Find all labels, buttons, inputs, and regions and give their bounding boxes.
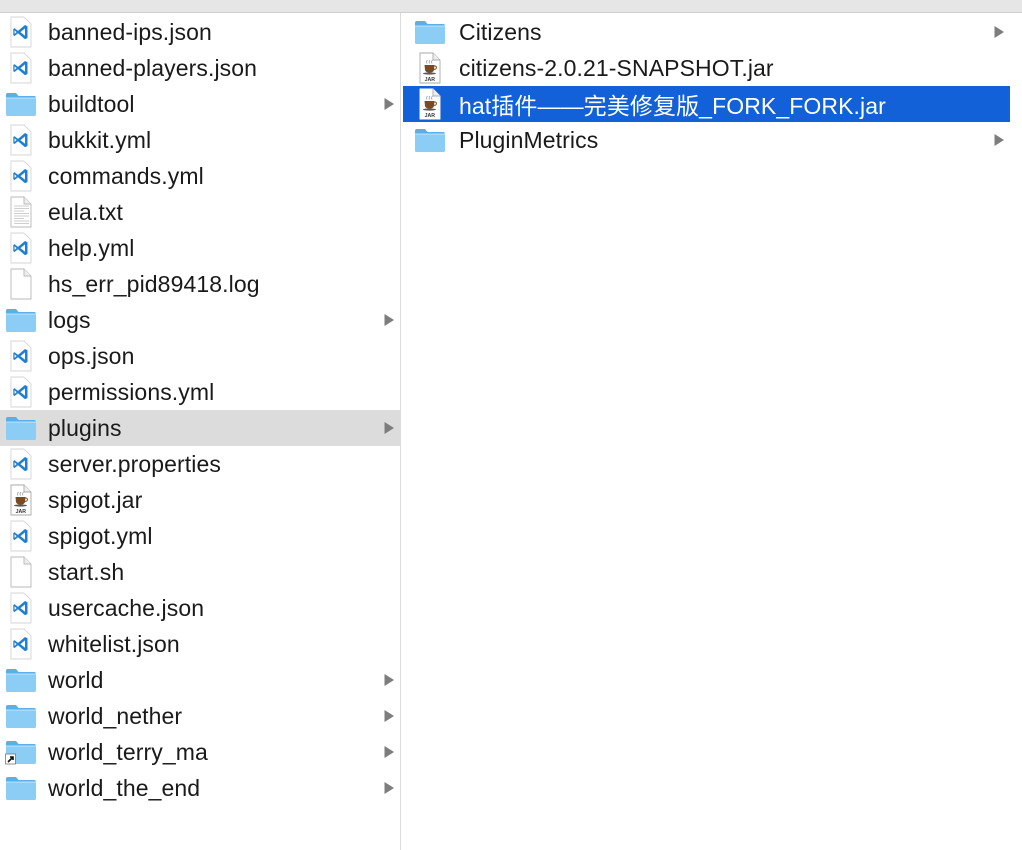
file-row-usercache-json[interactable]: usercache.json	[0, 590, 400, 626]
svg-text:JAR: JAR	[425, 77, 436, 83]
item-label: world_the_end	[48, 774, 201, 801]
folder-row-citizens[interactable]: Citizens	[403, 14, 1010, 50]
disclosure-arrow-icon	[992, 132, 1006, 148]
file-list: banned-ips.json banned-players.json buildt…	[0, 14, 400, 806]
disclosure-arrow-icon	[382, 780, 396, 796]
folder-icon	[4, 772, 38, 804]
file-row-bukkit-yml[interactable]: bukkit.yml	[0, 122, 400, 158]
item-label: citizens-2.0.21-SNAPSHOT.jar	[459, 54, 774, 81]
finder-window: banned-ips.json banned-players.json buildt…	[0, 0, 1022, 850]
disclosure-arrow-icon	[382, 708, 396, 724]
disclosure-arrow-icon	[382, 672, 396, 688]
file-row-citizens-2-0-21-snapshot-jar[interactable]: JAR citizens-2.0.21-SNAPSHOT.jar	[403, 50, 1010, 86]
file-list: Citizens JAR citizens-2.0.21-SNAPSHOT.jar J…	[401, 14, 1022, 158]
folder-row-plugins[interactable]: plugins	[0, 410, 400, 446]
folder-icon	[4, 304, 38, 336]
item-label: world	[48, 666, 104, 693]
svg-text:JAR: JAR	[16, 509, 27, 515]
folder-row-buildtool[interactable]: buildtool	[0, 86, 400, 122]
disclosure-arrow-icon	[382, 744, 396, 760]
vscode-file-icon	[4, 448, 38, 480]
file-row-permissions-yml[interactable]: permissions.yml	[0, 374, 400, 410]
folder-row-world[interactable]: world	[0, 662, 400, 698]
folder-row-world-the-end[interactable]: world_the_end	[0, 770, 400, 806]
item-label: buildtool	[48, 90, 135, 117]
folder-icon	[4, 88, 38, 120]
vscode-file-icon	[4, 124, 38, 156]
disclosure-arrow-icon	[382, 312, 396, 328]
item-label: PluginMetrics	[459, 126, 599, 153]
item-label: spigot.jar	[48, 486, 143, 513]
item-label: help.yml	[48, 234, 135, 261]
item-label: whitelist.json	[48, 630, 180, 657]
file-row-help-yml[interactable]: help.yml	[0, 230, 400, 266]
item-label: hs_err_pid89418.log	[48, 270, 260, 297]
folder-alias-icon	[4, 736, 38, 768]
disclosure-arrow-icon	[382, 420, 396, 436]
folder-icon	[4, 664, 38, 696]
vscode-file-icon	[4, 628, 38, 660]
file-row-spigot-jar[interactable]: JAR spigot.jar	[0, 482, 400, 518]
item-label: eula.txt	[48, 198, 123, 225]
vscode-file-icon	[4, 340, 38, 372]
file-row-whitelist-json[interactable]: whitelist.json	[0, 626, 400, 662]
item-label: permissions.yml	[48, 378, 215, 405]
folder-icon	[4, 412, 38, 444]
disclosure-arrow-icon	[992, 24, 1006, 40]
folder-row-world-nether[interactable]: world_nether	[0, 698, 400, 734]
file-row-eula-txt[interactable]: eula.txt	[0, 194, 400, 230]
vscode-file-icon	[4, 592, 38, 624]
file-row-hs-err-pid89418-log[interactable]: hs_err_pid89418.log	[0, 266, 400, 302]
item-label: ops.json	[48, 342, 135, 369]
column-plugins[interactable]: Citizens JAR citizens-2.0.21-SNAPSHOT.jar J…	[401, 13, 1022, 850]
vscode-file-icon	[4, 376, 38, 408]
file-row-banned-players-json[interactable]: banned-players.json	[0, 50, 400, 86]
folder-row-pluginmetrics[interactable]: PluginMetrics	[403, 122, 1010, 158]
item-label: Citizens	[459, 18, 542, 45]
svg-text:JAR: JAR	[425, 113, 436, 119]
vscode-file-icon	[4, 160, 38, 192]
item-label: banned-players.json	[48, 54, 258, 81]
item-label: logs	[48, 306, 91, 333]
folder-icon	[413, 16, 447, 48]
folder-icon	[4, 700, 38, 732]
folder-icon	[413, 124, 447, 156]
jar-file-icon: JAR	[413, 52, 447, 84]
column-server-root[interactable]: banned-ips.json banned-players.json buildt…	[0, 13, 401, 850]
item-label: bukkit.yml	[48, 126, 152, 153]
blank-file-icon	[4, 268, 38, 300]
folder-row-world-terry-ma[interactable]: world_terry_ma	[0, 734, 400, 770]
file-row-hat-fork-fork-jar[interactable]: JAR hat插件——完美修复版_FORK_FORK.jar	[403, 86, 1010, 122]
disclosure-arrow-icon	[382, 96, 396, 112]
item-label: plugins	[48, 414, 122, 441]
item-label: hat插件——完美修复版_FORK_FORK.jar	[459, 93, 886, 119]
item-label: world_nether	[48, 702, 183, 729]
vscode-file-icon	[4, 520, 38, 552]
vscode-file-icon	[4, 232, 38, 264]
file-row-banned-ips-json[interactable]: banned-ips.json	[0, 14, 400, 50]
vscode-file-icon	[4, 16, 38, 48]
item-label: start.sh	[48, 558, 125, 585]
toolbar-edge	[0, 0, 1022, 13]
jar-file-icon: JAR	[413, 88, 447, 120]
jar-file-icon: JAR	[4, 484, 38, 516]
item-label: commands.yml	[48, 162, 204, 189]
item-label: world_terry_ma	[48, 738, 208, 765]
item-label: server.properties	[48, 450, 221, 477]
file-row-server-properties[interactable]: server.properties	[0, 446, 400, 482]
file-row-start-sh[interactable]: start.sh	[0, 554, 400, 590]
vscode-file-icon	[4, 52, 38, 84]
blank-file-icon	[4, 556, 38, 588]
file-row-commands-yml[interactable]: commands.yml	[0, 158, 400, 194]
item-label: banned-ips.json	[48, 18, 212, 45]
item-label: usercache.json	[48, 594, 205, 621]
file-row-ops-json[interactable]: ops.json	[0, 338, 400, 374]
text-file-icon	[4, 196, 38, 228]
item-label: spigot.yml	[48, 522, 153, 549]
file-row-spigot-yml[interactable]: spigot.yml	[0, 518, 400, 554]
folder-row-logs[interactable]: logs	[0, 302, 400, 338]
